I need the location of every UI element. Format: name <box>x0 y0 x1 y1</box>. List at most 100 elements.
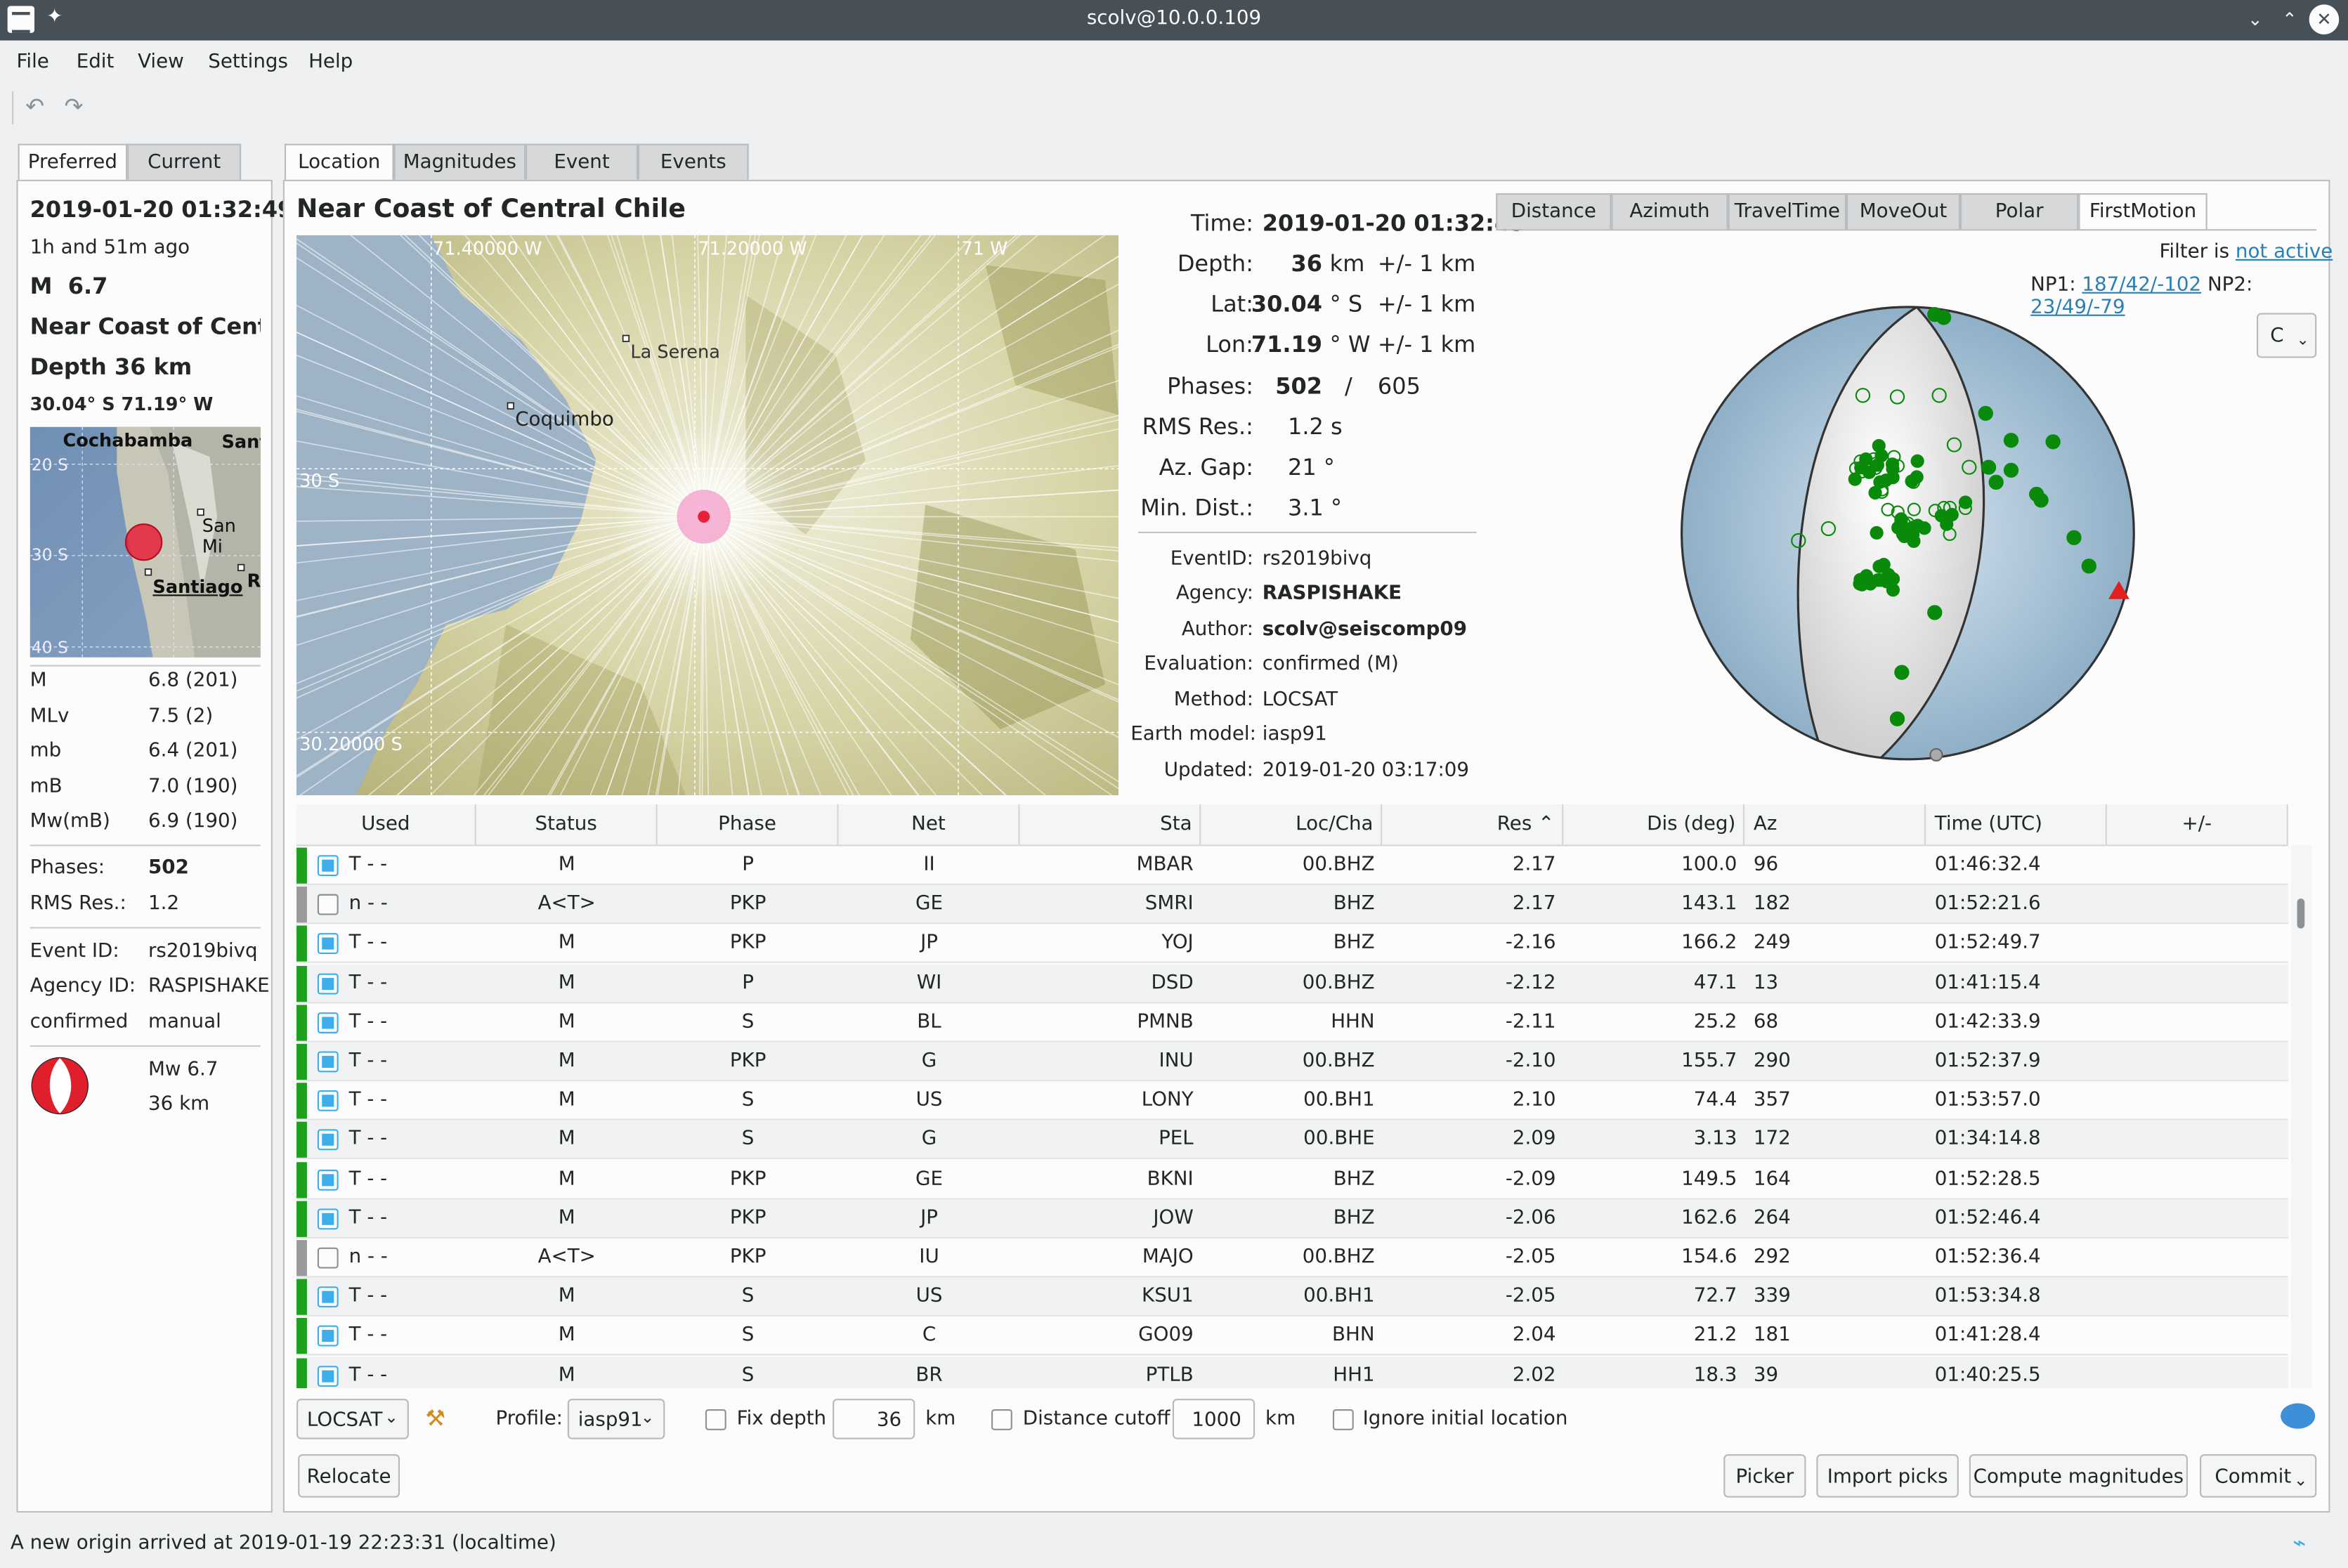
used-flags: T - - <box>348 932 388 955</box>
used-checkbox[interactable] <box>317 1130 339 1151</box>
used-checkbox[interactable] <box>317 1365 339 1387</box>
column-header[interactable]: Net <box>839 804 1020 845</box>
used-checkbox[interactable] <box>317 972 339 994</box>
row-status-bar <box>296 1201 307 1237</box>
arrivals-table[interactable]: Used Status Phase Net Sta Loc/Cha Res ⌃ … <box>296 804 2312 1389</box>
row-status-bar <box>296 847 307 884</box>
column-header-sorted[interactable]: Res ⌃ <box>1382 804 1564 845</box>
used-checkbox[interactable] <box>317 1286 339 1308</box>
tab-traveltime[interactable]: TravelTime <box>1728 193 1847 230</box>
cell-phase: PKP <box>729 1246 767 1269</box>
import-picks-button[interactable]: Import picks <box>1816 1453 1959 1498</box>
cell-phase: S <box>741 1364 755 1387</box>
fix-depth-checkbox[interactable] <box>705 1409 726 1430</box>
connection-icon[interactable]: ⌁ <box>2292 1529 2306 1556</box>
tab-location[interactable]: Location <box>284 143 394 180</box>
table-row[interactable]: T - - M S US KSU1 00.BH1 -2.05 72.7 339 01:53:34.… <box>296 1277 2288 1317</box>
menu-view[interactable]: View <box>138 51 184 73</box>
locator-combo[interactable]: LOCSAT ⌄ <box>296 1399 409 1439</box>
used-checkbox[interactable] <box>317 894 339 915</box>
wrench-icon[interactable]: ⚒ <box>425 1405 445 1432</box>
menu-edit[interactable]: Edit <box>77 51 115 73</box>
plot-mode-combo[interactable]: C ⌄ <box>2257 313 2317 358</box>
first-motion-plot[interactable] <box>1677 303 2138 764</box>
used-checkbox[interactable] <box>317 1012 339 1033</box>
scrollbar[interactable] <box>2291 844 2312 1389</box>
tab-current[interactable]: Current <box>127 143 242 180</box>
row-status-bar <box>296 887 307 923</box>
tab-magnitudes[interactable]: Magnitudes <box>393 143 526 180</box>
info-value: 71.19 <box>1251 331 1323 358</box>
tab-event[interactable]: Event <box>526 143 638 180</box>
compute-magnitudes-button[interactable]: Compute magnitudes <box>1969 1453 2188 1498</box>
column-header[interactable]: Time (UTC) <box>1926 804 2107 845</box>
table-row[interactable]: T - - M PKP JP JOW BHZ -2.06 162.6 264 01:52:46.4 <box>296 1199 2288 1239</box>
table-row[interactable]: n - - A<T> PKP IU MAJO 00.BHZ -2.05 154.6 292 01:… <box>296 1239 2288 1278</box>
used-checkbox[interactable] <box>317 1326 339 1347</box>
filter-link[interactable]: not active <box>2236 241 2333 263</box>
scrollbar-thumb[interactable] <box>2297 899 2305 929</box>
menu-settings[interactable]: Settings <box>208 51 288 73</box>
fix-depth-input[interactable]: 36 <box>833 1399 915 1439</box>
cell-status: M <box>558 1324 575 1347</box>
table-row[interactable]: T - - M S US LONY 00.BH1 2.10 74.4 357 01:53:57.0 <box>296 1082 2288 1121</box>
undo-icon[interactable]: ↶ <box>25 93 44 119</box>
menu-help[interactable]: Help <box>308 51 353 73</box>
picker-button[interactable]: Picker <box>1723 1453 1806 1498</box>
table-row[interactable]: T - - M P WI DSD 00.BHZ -2.12 47.1 13 01:41:15.4 <box>296 964 2288 1003</box>
commit-button[interactable]: Commit ⌄ <box>2200 1453 2317 1498</box>
tab-azimuth[interactable]: Azimuth <box>1611 193 1728 230</box>
tab-polar[interactable]: Polar <box>1960 193 2079 230</box>
distance-cutoff-checkbox[interactable] <box>991 1409 1012 1430</box>
cell-loc: HH1 <box>1333 1364 1375 1387</box>
minimize-icon[interactable]: ⌄ <box>2241 4 2271 34</box>
table-row[interactable]: T - - M S BR PTLB HH1 2.02 18.3 39 01:40:25.5 <box>296 1356 2288 1389</box>
column-header[interactable]: Status <box>476 804 658 845</box>
column-header[interactable]: Used <box>296 804 476 845</box>
maximize-icon[interactable]: ⌃ <box>2275 4 2305 34</box>
table-row[interactable]: T - - M PKP JP YOJ BHZ -2.16 166.2 249 01:52:49.7 <box>296 925 2288 964</box>
column-header[interactable]: Dis (deg) <box>1563 804 1745 845</box>
used-checkbox[interactable] <box>317 855 339 877</box>
row-status-bar <box>296 1161 307 1198</box>
column-header[interactable]: Sta <box>1019 804 1201 845</box>
relocate-button[interactable]: Relocate <box>298 1453 400 1498</box>
location-map[interactable]: 71.40000 W 71.20000 W 71 W 30 S 30.20000… <box>296 235 1119 795</box>
used-checkbox[interactable] <box>317 1247 339 1269</box>
cell-net: G <box>921 1050 937 1073</box>
table-row[interactable]: T - - M PKP GE BKNI BHZ -2.09 149.5 164 01:52:28.… <box>296 1160 2288 1199</box>
column-header[interactable]: Loc/Cha <box>1201 804 1383 845</box>
tab-firstmotion[interactable]: FirstMotion <box>2078 193 2207 230</box>
minimap[interactable]: Cochabamba Sant San Mi Santiago R 20 S 3… <box>30 426 261 658</box>
used-checkbox[interactable] <box>317 1208 339 1229</box>
tab-moveout[interactable]: MoveOut <box>1846 193 1961 230</box>
used-checkbox[interactable] <box>317 1051 339 1073</box>
distance-cutoff-input[interactable]: 1000 <box>1172 1399 1255 1439</box>
used-checkbox[interactable] <box>317 1090 339 1112</box>
ignore-initial-checkbox[interactable] <box>1332 1409 1354 1430</box>
table-row[interactable]: T - - M P II MBAR 00.BHZ 2.17 100.0 96 01:46:32.4 <box>296 846 2288 885</box>
comment-icon[interactable] <box>2281 1403 2316 1429</box>
close-icon[interactable]: ✕ <box>2309 4 2340 35</box>
used-checkbox[interactable] <box>317 933 339 955</box>
redo-icon[interactable]: ↷ <box>65 93 84 119</box>
rms-value: 1.2 <box>148 892 180 915</box>
cell-az: 292 <box>1753 1246 1791 1269</box>
row-status-bar <box>296 1005 307 1041</box>
menu-file[interactable]: File <box>16 51 48 73</box>
table-row[interactable]: T - - M S G PEL 00.BHE 2.09 3.13 172 01:34:14.8 <box>296 1121 2288 1160</box>
fix-depth-label: Fix depth <box>736 1407 827 1430</box>
column-header[interactable]: Phase <box>658 804 839 845</box>
tab-distance[interactable]: Distance <box>1496 193 1612 230</box>
column-header[interactable]: +/- <box>2107 804 2288 845</box>
table-row[interactable]: n - - A<T> PKP GE SMRI BHZ 2.17 143.1 182 01:52:2… <box>296 885 2288 925</box>
column-header[interactable]: Az <box>1744 804 1926 845</box>
table-row[interactable]: T - - M S C GO09 BHN 2.04 21.2 181 01:41:28.4 <box>296 1317 2288 1357</box>
used-checkbox[interactable] <box>317 1169 339 1190</box>
np1-link[interactable]: 187/42/-102 <box>2082 274 2201 296</box>
table-row[interactable]: T - - M S BL PMNB HHN -2.11 25.2 68 01:42:33.9 <box>296 1003 2288 1043</box>
tab-preferred[interactable]: Preferred <box>18 143 128 180</box>
table-row[interactable]: T - - M PKP G INU 00.BHZ -2.10 155.7 290 01:52:37… <box>296 1042 2288 1082</box>
tab-events[interactable]: Events <box>637 143 749 180</box>
profile-combo[interactable]: iasp91 ⌄ <box>567 1399 665 1439</box>
